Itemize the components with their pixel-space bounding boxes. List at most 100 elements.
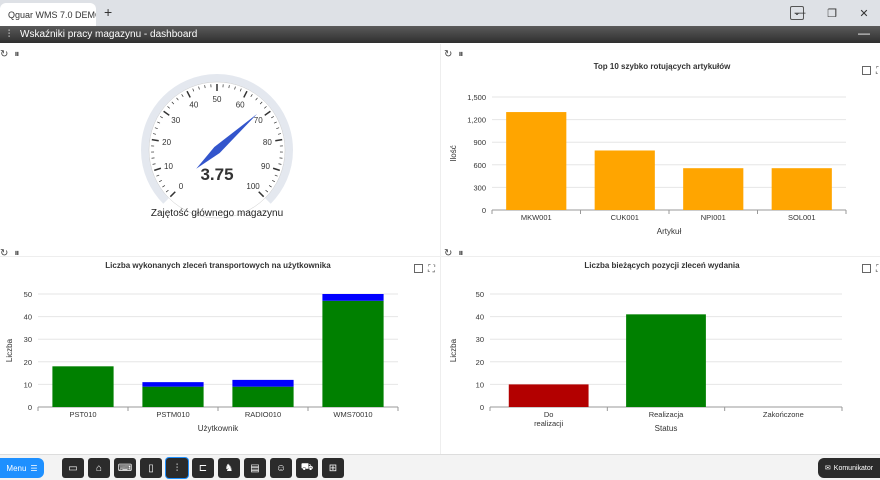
document-icon[interactable]: ▯ (140, 458, 162, 478)
window-controls: — ❐ ✕ (784, 0, 880, 26)
expand-icon[interactable] (862, 264, 871, 273)
gauge-label: Zajętość głównego magazynu (151, 208, 283, 219)
tab-title: Qguar WMS 7.0 DEMO (8, 9, 96, 20)
panel-toolbar: ↻ ⏸ (444, 245, 463, 261)
y-tick-label: 20 (476, 358, 484, 367)
komunikator-label: Komunikator (833, 464, 874, 472)
envelope-icon: ✉ (824, 465, 831, 472)
refresh-icon[interactable]: ↻ (0, 248, 8, 259)
panel-toolbar: ↻ ⏸ (444, 46, 463, 62)
panel-divider-vertical (440, 44, 441, 454)
window-minimize-button[interactable]: — (858, 26, 870, 40)
gauge-tick-label: 50 (213, 95, 222, 104)
browser-tab-bar: Qguar WMS 7.0 DEMO + ⌄ — ❐ ✕ (0, 0, 880, 26)
pause-icon[interactable]: ⏸ (14, 49, 19, 60)
panel-divider-horizontal (0, 256, 880, 257)
y-tick-label: 0 (28, 403, 32, 412)
bar (594, 150, 655, 210)
pause-icon[interactable]: ⏸ (458, 248, 463, 259)
x-axis-label: Użytkownik (198, 424, 239, 433)
gauge-tick-label: 90 (261, 162, 270, 171)
refresh-icon[interactable]: ↻ (444, 49, 452, 60)
minimize-button[interactable]: — (784, 7, 816, 19)
panel-toolbar: ↻ ⏸ (0, 245, 19, 261)
app-title-bar: ⫶ Wskaźniki pracy magazynu - dashboard — (0, 26, 880, 43)
y-tick-label: 0 (482, 206, 486, 215)
gauge-tick-label: 70 (254, 116, 263, 125)
bar (322, 300, 384, 407)
gauge-tick-label: 80 (263, 138, 272, 147)
new-tab-button[interactable]: + (104, 4, 112, 20)
y-axis-label: Ilość (449, 145, 458, 161)
x-tick-label: SOL001 (788, 213, 816, 222)
release-orders-chart: 0 10 20 30 40 50 Dorealizacji Realizacja Zakończ… (449, 290, 843, 433)
browser-tab[interactable]: Qguar WMS 7.0 DEMO (0, 3, 96, 26)
truck-ramp-icon[interactable]: ⊏ (192, 458, 214, 478)
expand-icon[interactable] (862, 66, 871, 75)
gauge-tick-label: 0 (179, 182, 184, 191)
gauge-tick-label: 40 (189, 101, 198, 110)
bar (232, 379, 294, 387)
screen-icon[interactable]: ▭ (62, 458, 84, 478)
x-tick-label: realizacji (534, 419, 564, 428)
chart-title: Liczba wykonanych zleceń transportowych … (105, 261, 331, 270)
menu-button[interactable]: Menu ☰ (0, 458, 44, 478)
menu-label: Menu (6, 463, 27, 473)
bar (142, 386, 204, 407)
chart-title: Top 10 szybko rotujących artykułów (593, 62, 731, 71)
y-tick-label: 10 (24, 380, 32, 389)
panel-toolbar: ↻ ⏸ (0, 46, 19, 62)
bar (508, 384, 589, 407)
pause-icon[interactable]: ⏸ (14, 248, 19, 259)
x-tick-label: PST010 (69, 410, 96, 419)
sliders-icon: ⫶ (7, 29, 11, 40)
pause-icon[interactable]: ⏸ (458, 49, 463, 60)
y-tick-label: 1,200 (467, 116, 486, 125)
y-tick-label: 300 (473, 183, 486, 192)
y-tick-label: 30 (476, 335, 484, 344)
gauge-tick-label: 10 (164, 162, 173, 171)
delivery-truck-icon[interactable]: ⛟ (296, 458, 318, 478)
bar (683, 168, 744, 210)
close-button[interactable]: ✕ (848, 7, 880, 20)
y-tick-label: 20 (24, 358, 32, 367)
gauge-value: 3.75 (200, 165, 233, 184)
refresh-icon[interactable]: ↻ (444, 248, 452, 259)
x-tick-label: PSTM010 (156, 410, 189, 419)
y-tick-label: 50 (24, 290, 32, 299)
taskbar: Menu ☰ ▭ ⌂ ⌨ ▯ ⫶ ⊏ ♞ ▤ ☺ ⛟ ⊞ ✉ Komunikator (0, 454, 880, 480)
restore-button[interactable]: ❐ (816, 7, 848, 20)
x-tick-label: NPI001 (701, 213, 726, 222)
x-tick-label: Do (544, 410, 554, 419)
refresh-icon[interactable]: ↻ (0, 49, 8, 60)
expand-icon[interactable] (414, 264, 423, 273)
bar (322, 294, 384, 301)
warehouse-icon[interactable]: ⌂ (88, 458, 110, 478)
bar (142, 382, 204, 387)
bar (232, 386, 294, 407)
bar (506, 112, 567, 210)
report-icon[interactable]: ▤ (244, 458, 266, 478)
y-tick-label: 30 (24, 335, 32, 344)
komunikator-button[interactable]: ✉ Komunikator (818, 458, 880, 478)
chat-icon[interactable]: ☺ (270, 458, 292, 478)
x-tick-label: Zakończone (763, 410, 804, 419)
gauge-tick-label: 100 (246, 182, 260, 191)
grid-icon[interactable]: ⊞ (322, 458, 344, 478)
y-tick-label: 0 (480, 403, 484, 412)
x-tick-label: WMS70010 (333, 410, 372, 419)
bar (52, 366, 114, 407)
hamburger-icon: ☰ (30, 463, 38, 473)
gauge-tick-label: 30 (171, 116, 180, 125)
y-axis-label: Liczba (449, 338, 458, 362)
bar (626, 314, 706, 407)
bar (771, 168, 832, 210)
gauge-tick-label: 60 (236, 101, 245, 110)
sliders-icon[interactable]: ⫶ (166, 458, 188, 478)
forklift-icon[interactable]: ♞ (218, 458, 240, 478)
y-tick-label: 600 (473, 161, 486, 170)
keyboard-icon[interactable]: ⌨ (114, 458, 136, 478)
x-tick-label: CUK001 (611, 213, 639, 222)
page-title: Wskaźniki pracy magazynu - dashboard (20, 29, 198, 40)
y-tick-label: 1,500 (467, 93, 486, 102)
